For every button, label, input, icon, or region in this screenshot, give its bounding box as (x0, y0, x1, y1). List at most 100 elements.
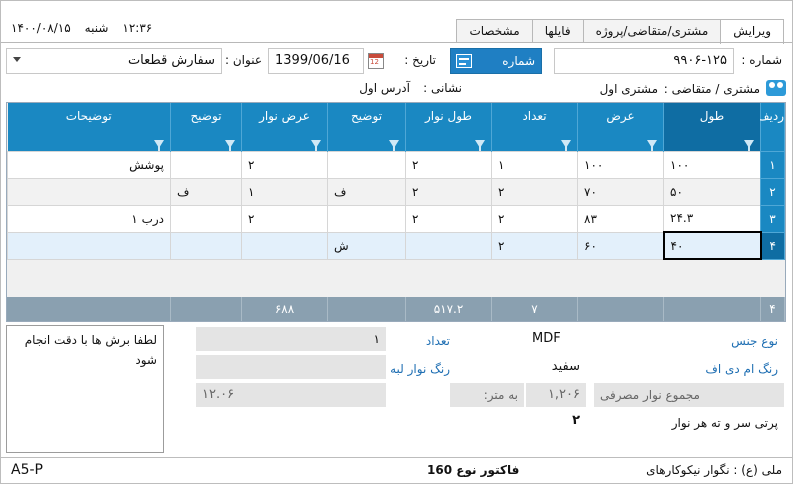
date-field[interactable]: 1399/06/16 (268, 48, 364, 74)
number-label: شماره : (741, 53, 782, 67)
cell-count[interactable]: ۲ (491, 231, 578, 260)
cell-note-1[interactable] (327, 204, 406, 233)
filter-icon[interactable] (744, 139, 754, 151)
title-select[interactable]: سفارش قطعات (6, 48, 222, 74)
count-label: تعداد (425, 334, 450, 348)
header-form: شماره : ۹۹۰۶-۱۲۵ شماره جدید تاریخ : 12 1… (1, 45, 792, 92)
filter-icon[interactable] (561, 139, 571, 151)
filter-icon[interactable] (475, 139, 485, 151)
mdf-color-label: رنگ ام دی اف (705, 362, 778, 376)
cell-width[interactable]: ۶۰ (577, 231, 664, 260)
summary-descriptions (7, 297, 171, 321)
address-label: نشانی : (423, 81, 462, 95)
cell-edge-width[interactable]: ۱ (241, 177, 328, 206)
cell-note-1[interactable]: ش (327, 231, 406, 260)
cell-note-2[interactable] (170, 204, 242, 233)
row-number[interactable]: ۱ (760, 150, 785, 179)
cell-descriptions[interactable]: درب ۱ (7, 204, 171, 233)
cell-width[interactable]: ۱۰۰ (577, 150, 664, 179)
pieces-table: ردیف طول عرض تعداد طول نوار توضیح عرض نو… (7, 103, 785, 260)
customer-label: مشتری / متقاضی : (663, 82, 760, 96)
waste-label: پرتی سر و ته هر نوار (671, 416, 778, 430)
col-header-note-2[interactable]: توضیح (170, 103, 242, 151)
datetime: ۱۲:۳۶ شنبه ۱۴۰۰/۰۸/۱۵ (11, 21, 152, 35)
summary-row-count: ۴ (760, 297, 785, 321)
cell-length-focused[interactable]: ۴۰ (662, 231, 762, 260)
tab-specs[interactable]: مشخصات (456, 19, 533, 43)
summary-width (577, 297, 664, 321)
filter-icon[interactable] (389, 139, 399, 151)
cell-edge-length[interactable]: ۲ (405, 177, 492, 206)
status-left: A5-P (11, 462, 43, 478)
cell-edge-length[interactable]: ۲ (405, 204, 492, 233)
tab-customer-project[interactable]: مشتری/متقاضی/پروژه (582, 19, 722, 43)
cell-edge-length[interactable] (405, 231, 492, 260)
cell-edge-width[interactable]: ۲ (241, 150, 328, 179)
title-label: عنوان : (225, 53, 262, 67)
material-label: نوع جنس (731, 334, 778, 348)
table-row[interactable]: ۲ ۵۰ ۷۰ ۲ ۲ ف ۱ ف (7, 177, 785, 206)
table-row-current[interactable]: ۴ ۴۰ ۶۰ ۲ ش (7, 231, 785, 260)
row-number[interactable]: ۴ (760, 231, 785, 260)
cell-count[interactable]: ۱ (491, 150, 578, 179)
title-value: سفارش قطعات (127, 53, 215, 68)
col-header-width[interactable]: عرض (577, 103, 664, 151)
clock-time: ۱۲:۳۶ (122, 21, 153, 35)
count-value[interactable]: ۱ (196, 327, 386, 351)
notes-textarea[interactable]: لطفا برش ها با دقت انجام شود (6, 325, 164, 453)
table-row[interactable]: ۳ ۲۴.۳ ۸۳ ۲ ۲ ۲ درب ۱ (7, 204, 785, 233)
col-header-descriptions[interactable]: توضیحات (7, 103, 171, 151)
cell-edge-length[interactable]: ۲ (405, 150, 492, 179)
order-number-field[interactable]: ۹۹۰۶-۱۲۵ (554, 48, 734, 74)
edge-color-field[interactable] (196, 355, 386, 379)
cell-descriptions[interactable]: پوشش (7, 150, 171, 179)
cell-edge-width[interactable] (241, 231, 328, 260)
cell-descriptions[interactable] (7, 177, 171, 206)
material-value[interactable]: MDF (526, 327, 586, 351)
mdf-color-value[interactable]: سفید (526, 355, 586, 379)
waste-value[interactable]: ۲ (526, 409, 586, 433)
cell-length[interactable]: ۱۰۰ (663, 150, 761, 179)
cell-width[interactable]: ۸۳ (577, 204, 664, 233)
col-header-count[interactable]: تعداد (491, 103, 578, 151)
pieces-grid: ردیف طول عرض تعداد طول نوار توضیح عرض نو… (6, 102, 786, 322)
cell-note-1[interactable]: ف (327, 177, 406, 206)
customer-value[interactable]: مشتری اول (600, 82, 658, 96)
cell-note-2[interactable] (170, 150, 242, 179)
summary-note-1 (327, 297, 406, 321)
customer-icon[interactable] (766, 80, 786, 96)
col-header-length[interactable]: طول (663, 103, 761, 151)
chevron-down-icon[interactable] (13, 57, 21, 62)
filter-icon[interactable] (154, 139, 164, 151)
cell-note-1[interactable] (327, 150, 406, 179)
cell-width[interactable]: ۷۰ (577, 177, 664, 206)
cell-length[interactable]: ۲۴.۳ (663, 204, 761, 233)
col-header-row-number[interactable]: ردیف (757, 103, 785, 151)
tab-files[interactable]: فایلها (531, 19, 584, 43)
cell-count[interactable]: ۲ (491, 204, 578, 233)
cell-note-2[interactable] (170, 231, 242, 260)
calendar-icon[interactable]: 12 (368, 53, 384, 69)
col-header-edge-width[interactable]: عرض نوار (241, 103, 328, 151)
weekday: شنبه (84, 21, 109, 35)
invoice-type: فاکتور نوع 160 (427, 463, 520, 477)
per-meter-label: به متر: (450, 383, 524, 407)
col-header-edge-length[interactable]: طول نوار (405, 103, 492, 151)
new-number-button[interactable]: شماره جدید (450, 48, 542, 92)
tab-edit[interactable]: ویرایش (720, 19, 784, 44)
cell-edge-width[interactable]: ۲ (241, 204, 328, 233)
col-header-note-1[interactable]: توضیح (327, 103, 406, 151)
table-row[interactable]: ۱ ۱۰۰ ۱۰۰ ۱ ۲ ۲ پوشش (7, 150, 785, 179)
cell-note-2[interactable]: ف (170, 177, 242, 206)
cell-length[interactable]: ۵۰ (663, 177, 761, 206)
summary-count: ۷ (491, 297, 578, 321)
row-number[interactable]: ۲ (760, 177, 785, 206)
filter-icon[interactable] (647, 139, 657, 151)
cell-descriptions[interactable] (7, 231, 171, 260)
details-panel: نوع جنس MDF تعداد ۱ رنگ ام دی اف سفید رن… (6, 325, 786, 455)
filter-icon[interactable] (225, 139, 235, 151)
filter-icon[interactable] (311, 139, 321, 151)
edge-color-label: رنگ نوار لبه (390, 362, 450, 376)
row-number[interactable]: ۳ (760, 204, 785, 233)
cell-count[interactable]: ۲ (491, 177, 578, 206)
